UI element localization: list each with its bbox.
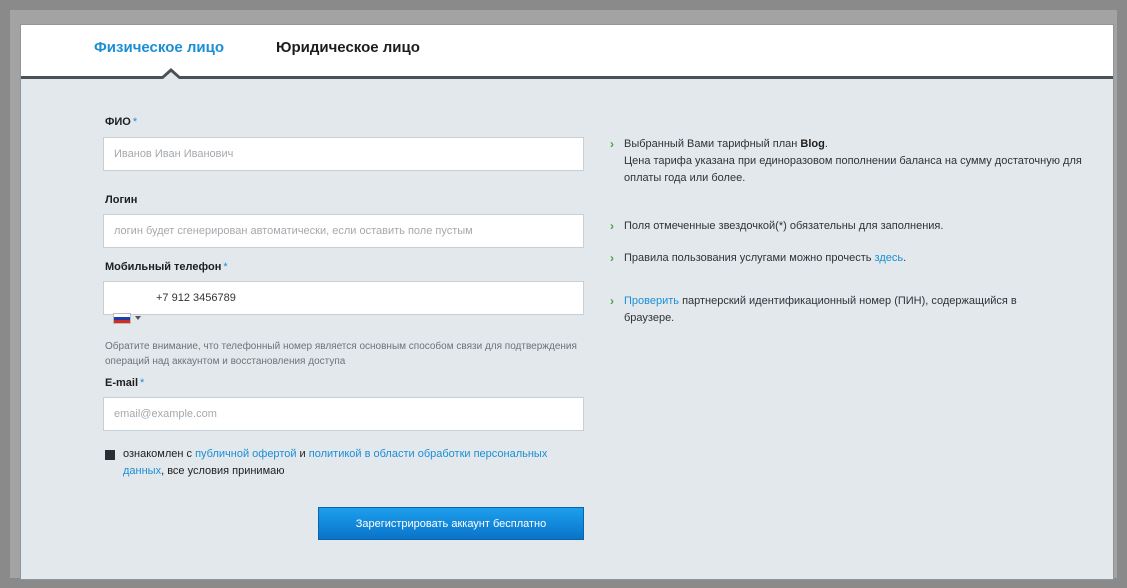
email-label-text: E-mail	[105, 377, 139, 389]
chevron-right-icon: ›	[610, 251, 614, 265]
info-rules: › Правила пользования услугами можно про…	[610, 250, 1084, 267]
info-required: › Поля отмеченные звездочкой(*) обязател…	[610, 218, 1084, 235]
rules-prefix: Правила пользования услугами можно проче…	[624, 252, 875, 264]
rules-suffix: .	[903, 252, 907, 264]
email-label: E-mail *	[105, 377, 144, 389]
phone-input[interactable]	[103, 281, 584, 315]
fio-input[interactable]	[103, 137, 584, 171]
info-tariff: › Выбранный Вами тарифный план Blog. Цен…	[610, 136, 1084, 187]
register-button[interactable]: Зарегистрировать аккаунт бесплатно	[318, 507, 584, 540]
required-marker: *	[140, 377, 145, 389]
info-pin: › Проверить партнерский идентификационны…	[610, 293, 1044, 327]
chevron-right-icon: ›	[610, 219, 614, 233]
required-marker: *	[132, 116, 138, 128]
agreement-text-after: , все условия принимаю	[161, 465, 285, 477]
chevron-down-icon[interactable]	[135, 316, 141, 320]
login-label: Логин	[105, 194, 137, 206]
fio-label-text: ФИО	[105, 116, 131, 128]
tariff-prefix: Выбранный Вами тарифный план	[624, 138, 801, 150]
phone-label-text: Мобильный телефон	[105, 261, 222, 273]
fio-label: ФИО *	[105, 116, 137, 128]
chevron-right-icon: ›	[610, 294, 614, 308]
registration-panel: Физическое лицо Юридическое лицо ФИО* Ло…	[20, 24, 1114, 580]
phone-hint: Обратите внимание, что телефонный номер …	[105, 341, 577, 367]
rules-link[interactable]: здесь	[875, 252, 904, 264]
check-pin-text: партнерский идентификационный номер (ПИН…	[624, 295, 1017, 324]
ru-flag-icon[interactable]	[113, 313, 131, 324]
agreement-checkbox[interactable]	[105, 450, 115, 460]
tab-bar: Физическое лицо Юридическое лицо	[21, 25, 1113, 79]
agreement-text: ознакомлен с публичной офертой и политик…	[123, 446, 573, 480]
agreement-text-and: и	[296, 448, 309, 460]
phone-label: Мобильный телефон *	[105, 261, 228, 273]
check-pin-link[interactable]: Проверить	[624, 295, 679, 307]
tariff-note: Цена тарифа указана при единоразовом поп…	[624, 155, 1082, 184]
tab-individual[interactable]: Физическое лицо	[94, 39, 224, 56]
email-input[interactable]	[103, 397, 584, 431]
required-marker: *	[223, 261, 228, 273]
tab-legal[interactable]: Юридическое лицо	[276, 39, 420, 56]
agreement-text-before: ознакомлен с	[123, 448, 196, 460]
tariff-suffix: .	[824, 138, 828, 150]
chevron-right-icon: ›	[610, 137, 614, 151]
login-label-text: Логин	[105, 194, 138, 206]
login-input[interactable]	[103, 214, 584, 248]
offer-link[interactable]: публичной офертой	[195, 448, 296, 460]
required-note: Поля отмеченные звездочкой(*) обязательн…	[624, 220, 944, 232]
active-tab-pointer	[163, 72, 179, 79]
tariff-name: Blog	[800, 138, 825, 150]
